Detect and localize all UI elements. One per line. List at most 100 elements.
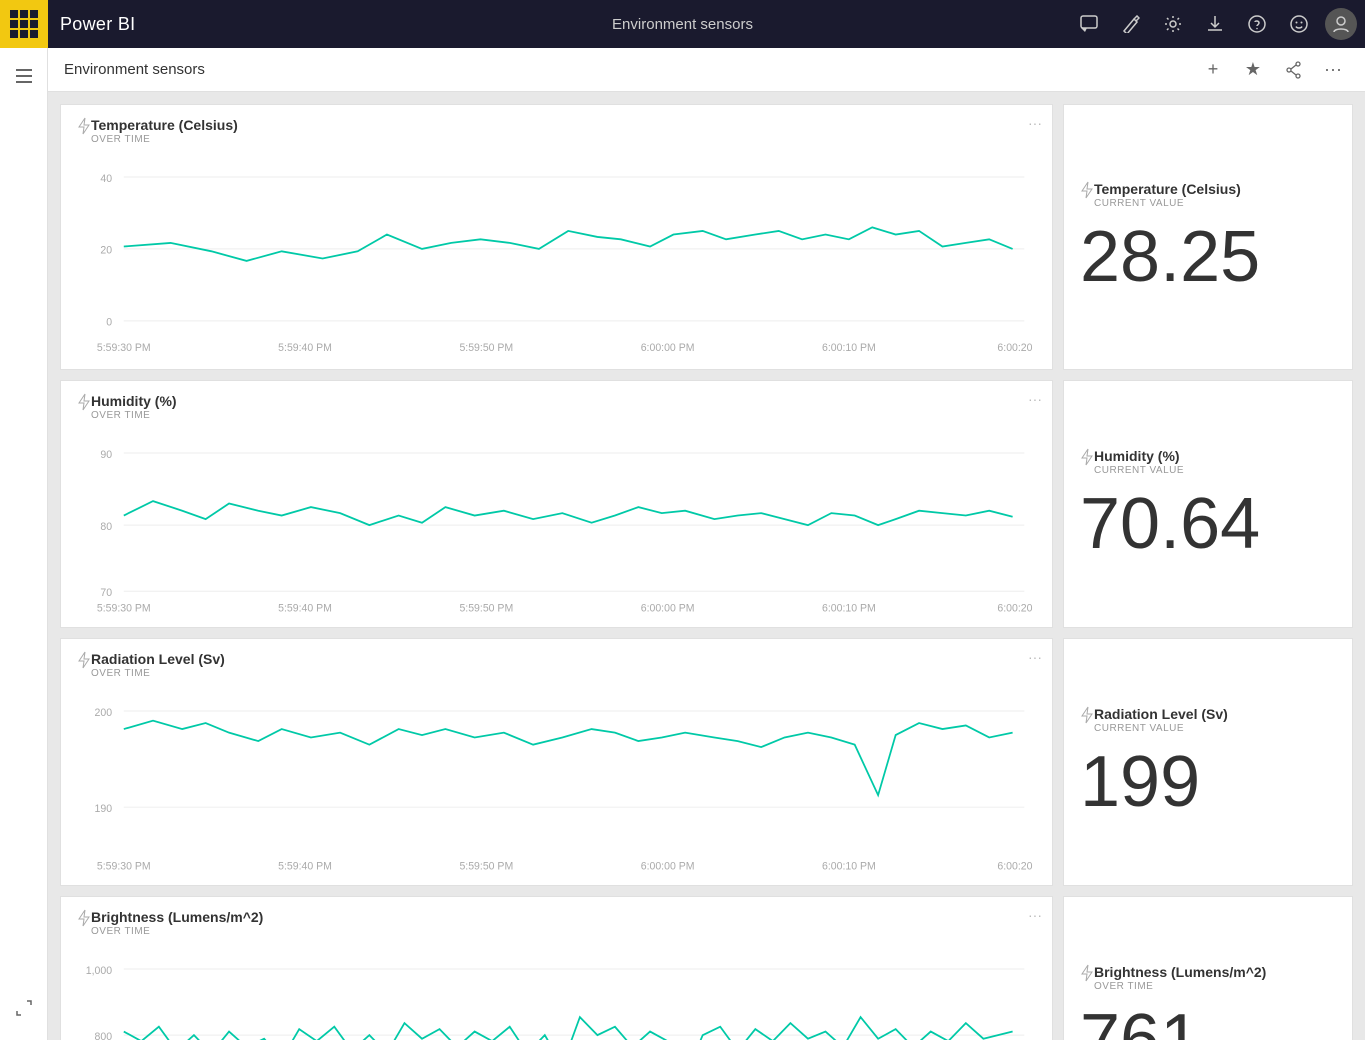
card-options[interactable]: ··· xyxy=(1028,115,1042,131)
temp-current-value: 28.25 xyxy=(1080,221,1336,293)
bolt-icon xyxy=(1080,181,1094,199)
temperature-current-card: Temperature (Celsius) CURRENT VALUE 28.2… xyxy=(1063,104,1353,370)
share-button[interactable] xyxy=(1277,54,1309,86)
svg-text:20: 20 xyxy=(100,245,112,257)
radiation-current-title: Radiation Level (Sv) xyxy=(1094,706,1228,722)
svg-text:6:00:10 PM: 6:00:10 PM xyxy=(822,861,876,873)
top-nav: Power BI Environment sensors xyxy=(0,0,1365,48)
help-icon[interactable] xyxy=(1237,4,1277,44)
radiation-current-subtitle: CURRENT VALUE xyxy=(1094,723,1228,734)
humidity-over-time-card: Humidity (%) OVER TIME ··· 90 80 70 5:59… xyxy=(60,380,1053,628)
svg-text:190: 190 xyxy=(95,803,113,815)
more-options-button[interactable]: ··· xyxy=(1317,54,1349,86)
temp-chart-area: 40 20 0 5:59:30 PM 5:59:40 PM 5:59:50 PM… xyxy=(77,153,1036,357)
app-icon[interactable] xyxy=(0,0,48,48)
svg-text:5:59:40 PM: 5:59:40 PM xyxy=(278,861,332,873)
card-header: Temperature (Celsius) OVER TIME xyxy=(77,117,1036,145)
humidity-chart-area: 90 80 70 5:59:30 PM 5:59:40 PM 5:59:50 P… xyxy=(77,429,1036,615)
bolt-icon xyxy=(77,909,91,927)
humidity-current-card: Humidity (%) CURRENT VALUE 70.64 xyxy=(1063,380,1353,628)
sub-header: Environment sensors + ★ ··· xyxy=(48,48,1365,92)
svg-text:200: 200 xyxy=(95,707,113,719)
card-header: Radiation Level (Sv) OVER TIME xyxy=(77,651,1036,679)
bolt-icon xyxy=(1080,964,1094,982)
radiation-over-time-card: Radiation Level (Sv) OVER TIME ··· 200 1… xyxy=(60,638,1053,886)
card-header: Brightness (Lumens/m^2) OVER TIME xyxy=(77,909,1036,937)
svg-text:5:59:30 PM: 5:59:30 PM xyxy=(97,602,151,614)
temp-current-title: Temperature (Celsius) xyxy=(1094,181,1241,197)
temp-over-time-title: Temperature (Celsius) xyxy=(91,117,238,133)
main-layout: Environment sensors + ★ ··· Temperature … xyxy=(0,48,1365,1040)
svg-text:6:00:10 PM: 6:00:10 PM xyxy=(822,342,876,354)
add-button[interactable]: + xyxy=(1197,54,1229,86)
svg-text:1,000: 1,000 xyxy=(86,965,112,977)
radiation-over-time-subtitle: OVER TIME xyxy=(91,668,225,679)
humidity-current-title: Humidity (%) xyxy=(1094,448,1184,464)
smiley-icon[interactable] xyxy=(1279,4,1319,44)
brightness-over-time-title: Brightness (Lumens/m^2) xyxy=(91,909,263,925)
brightness-chart-area: 1,000 800 600 5:59:30 PM 5:59:40 PM 5:59… xyxy=(77,945,1036,1040)
main-content: Environment sensors + ★ ··· Temperature … xyxy=(48,48,1365,1040)
card-header: Humidity (%) CURRENT VALUE xyxy=(1080,448,1336,476)
expand-icon[interactable] xyxy=(4,988,44,1028)
svg-text:6:00:10 PM: 6:00:10 PM xyxy=(822,602,876,614)
card-options[interactable]: ··· xyxy=(1028,649,1042,665)
radiation-chart-area: 200 190 5:59:30 PM 5:59:40 PM 5:59:50 PM… xyxy=(77,687,1036,873)
user-avatar[interactable] xyxy=(1325,8,1357,40)
card-header: Brightness (Lumens/m^2) OVER TIME xyxy=(1080,964,1336,992)
svg-text:6:00:00 PM: 6:00:00 PM xyxy=(641,602,695,614)
card-header: Radiation Level (Sv) CURRENT VALUE xyxy=(1080,706,1336,734)
humidity-current-subtitle: CURRENT VALUE xyxy=(1094,465,1184,476)
favorite-button[interactable]: ★ xyxy=(1237,54,1269,86)
bolt-icon xyxy=(1080,706,1094,724)
svg-text:70: 70 xyxy=(100,587,112,599)
svg-text:5:59:40 PM: 5:59:40 PM xyxy=(278,342,332,354)
download-icon[interactable] xyxy=(1195,4,1235,44)
bolt-icon xyxy=(77,651,91,669)
temperature-over-time-card: Temperature (Celsius) OVER TIME ··· 40 2… xyxy=(60,104,1053,370)
sub-header-title: Environment sensors xyxy=(64,61,205,78)
gear-icon[interactable] xyxy=(1153,4,1193,44)
svg-text:6:00:20 PM: 6:00:20 PM xyxy=(997,342,1036,354)
bolt-icon xyxy=(1080,448,1094,466)
svg-text:5:59:50 PM: 5:59:50 PM xyxy=(459,602,513,614)
svg-text:6:00:20 PM: 6:00:20 PM xyxy=(997,861,1036,873)
card-options[interactable]: ··· xyxy=(1028,391,1042,407)
bolt-icon xyxy=(77,393,91,411)
temp-current-subtitle: CURRENT VALUE xyxy=(1094,198,1241,209)
card-header: Humidity (%) OVER TIME xyxy=(77,393,1036,421)
svg-text:80: 80 xyxy=(100,521,112,533)
edit-icon[interactable] xyxy=(1111,4,1151,44)
card-options[interactable]: ··· xyxy=(1028,907,1042,923)
nav-page-title: Environment sensors xyxy=(612,16,753,33)
svg-text:5:59:30 PM: 5:59:30 PM xyxy=(97,342,151,354)
brightness-over-time-card: Brightness (Lumens/m^2) OVER TIME ··· 1,… xyxy=(60,896,1053,1040)
svg-text:6:00:20 PM: 6:00:20 PM xyxy=(997,602,1036,614)
radiation-current-value: 199 xyxy=(1080,746,1336,818)
radiation-current-card: Radiation Level (Sv) CURRENT VALUE 199 xyxy=(1063,638,1353,886)
svg-text:6:00:00 PM: 6:00:00 PM xyxy=(641,342,695,354)
menu-icon[interactable] xyxy=(4,56,44,96)
sub-header-actions: + ★ ··· xyxy=(1197,54,1349,86)
comment-icon[interactable] xyxy=(1069,4,1109,44)
bolt-icon xyxy=(77,117,91,135)
svg-text:5:59:50 PM: 5:59:50 PM xyxy=(459,861,513,873)
svg-text:0: 0 xyxy=(106,317,112,329)
sidebar xyxy=(0,48,48,1040)
svg-text:5:59:50 PM: 5:59:50 PM xyxy=(459,342,513,354)
temp-over-time-subtitle: OVER TIME xyxy=(91,134,238,145)
dashboard: Temperature (Celsius) OVER TIME ··· 40 2… xyxy=(48,92,1365,1040)
card-header: Temperature (Celsius) CURRENT VALUE xyxy=(1080,181,1336,209)
svg-text:5:59:40 PM: 5:59:40 PM xyxy=(278,602,332,614)
brightness-over-time-subtitle: OVER TIME xyxy=(91,926,263,937)
svg-text:6:00:00 PM: 6:00:00 PM xyxy=(641,861,695,873)
svg-text:5:59:30 PM: 5:59:30 PM xyxy=(97,861,151,873)
humidity-over-time-title: Humidity (%) xyxy=(91,393,177,409)
nav-actions xyxy=(1069,4,1365,44)
humidity-current-value: 70.64 xyxy=(1080,488,1336,560)
svg-text:800: 800 xyxy=(95,1031,113,1040)
radiation-over-time-title: Radiation Level (Sv) xyxy=(91,651,225,667)
svg-text:90: 90 xyxy=(100,449,112,461)
svg-text:40: 40 xyxy=(100,173,112,185)
humidity-over-time-subtitle: OVER TIME xyxy=(91,410,177,421)
